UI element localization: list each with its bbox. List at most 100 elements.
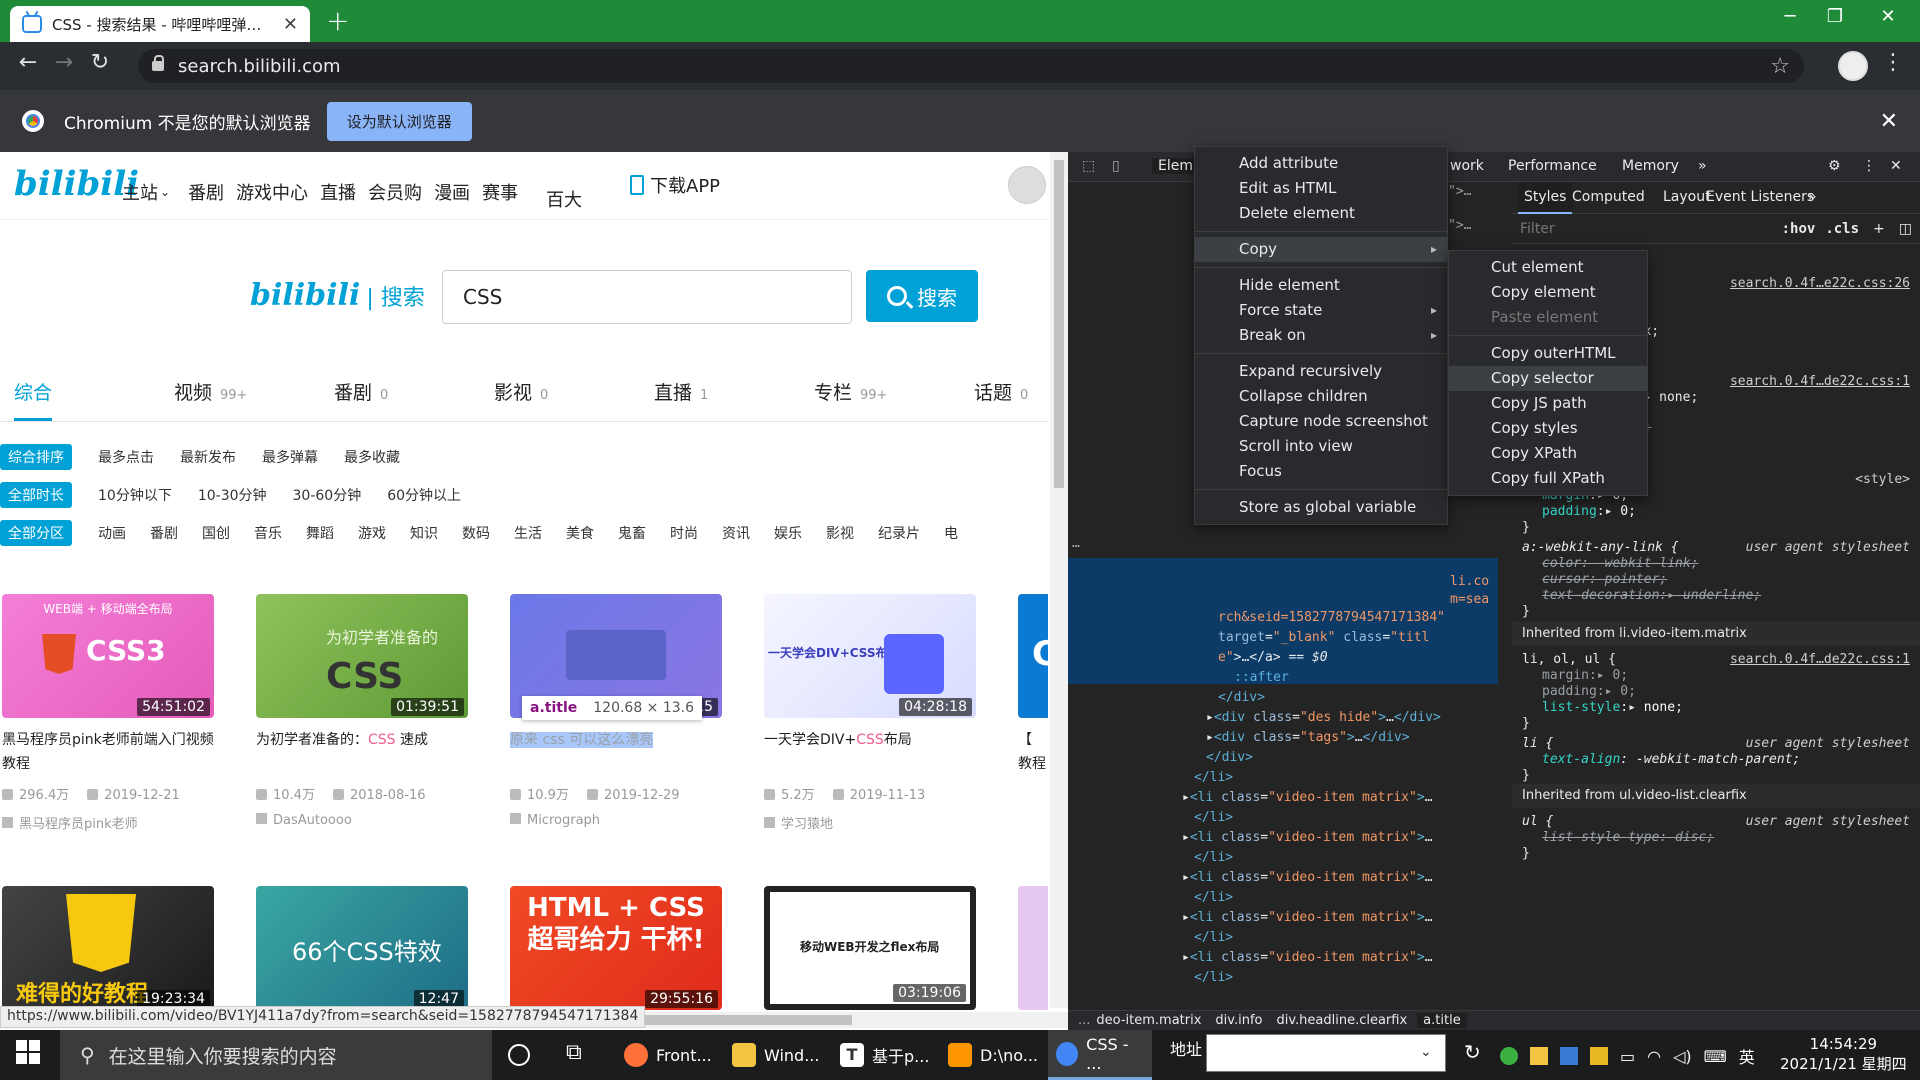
css-rule[interactable]: li, ol, ul { [1522,652,1616,667]
hov-toggle[interactable]: :hov [1782,221,1816,237]
profile-avatar-icon[interactable] [1838,51,1868,81]
dom-line[interactable]: </li> [1194,968,1233,988]
dom-line[interactable]: </li> [1194,808,1233,828]
more-tabs-icon[interactable]: » [1808,189,1817,205]
tab-computed[interactable]: Computed [1572,189,1645,205]
video-thumbnail[interactable] [1018,886,1048,1010]
menu-item-cut-element[interactable]: Cut element [1449,255,1647,280]
tab-topic[interactable]: 话题 0 [974,378,1028,405]
reload-icon[interactable]: ↻ [82,50,118,75]
dom-line[interactable]: ▸<li class="video-item matrix">… [1182,828,1432,848]
zone-option[interactable]: 纪录片 [878,523,920,543]
ellipsis-icon[interactable]: … [1072,534,1080,554]
video-card[interactable]: 为初学者准备的 CSS 01:39:51 为初学者准备的：CSS 速成 10.4… [256,594,468,828]
zone-option[interactable]: 国创 [202,523,230,543]
taskbar-app-firefox[interactable]: Front... [616,1030,720,1080]
menu-item-add-attribute[interactable]: Add attribute [1195,151,1447,176]
zone-option[interactable]: 番剧 [150,523,178,543]
dom-line[interactable]: ▸<div class="des hide">…</div> [1206,708,1441,728]
close-window-icon[interactable]: ✕ [1868,6,1908,27]
wifi-icon[interactable]: ◠ [1647,1047,1661,1066]
video-thumbnail[interactable]: 66个CSS特效 12:47 [256,886,468,1010]
css-rule[interactable]: a:-webkit-any-link { [1522,540,1679,555]
dom-line[interactable]: ▸<li class="video-item matrix">… [1182,788,1432,808]
video-title[interactable]: 【教程 [1018,728,1048,776]
dom-line[interactable]: li.co [1450,572,1489,592]
taskbar-app-chromium[interactable]: CSS - ... [1048,1030,1152,1080]
back-icon[interactable]: ← [10,50,46,75]
minimize-icon[interactable]: ─ [1770,6,1810,27]
dom-line[interactable]: ▸<li class="video-item matrix">… [1182,948,1432,968]
video-card[interactable]: HTML + CSS 超哥给力 干杯! 29:55:16 [510,886,722,1010]
address-toolbar-input[interactable] [1206,1034,1446,1072]
dom-line[interactable]: ::after [1234,668,1289,688]
zone-option[interactable]: 电 [944,523,958,543]
menu-item-focus[interactable]: Focus [1195,459,1447,484]
dom-line[interactable]: target="_blank" class="titl [1218,628,1429,648]
styles-filter-input[interactable]: Filter [1520,221,1782,237]
zone-option[interactable]: 美食 [566,523,594,543]
zone-option[interactable]: 影视 [826,523,854,543]
tab-network[interactable]: work [1450,158,1484,174]
video-card[interactable]: 66个CSS特效 12:47 [256,886,468,1010]
task-view-icon[interactable]: ⧉ [566,1040,582,1065]
video-card[interactable]: 一天学会DIV+CSS布局 04:28:18 一天学会DIV+CSS布局 5.2… [764,594,976,832]
zone-option[interactable]: 娱乐 [774,523,802,543]
menu-item-copy-full-xpath[interactable]: Copy full XPath [1449,466,1647,491]
search-button[interactable]: 搜索 [866,270,978,322]
stylesheet-link[interactable]: search.0.4f…de22c.css:1 [1730,374,1910,389]
sort-filter-active[interactable]: 综合排序 [0,444,72,470]
tab-event-listeners[interactable]: Event Listeners [1706,189,1814,205]
user-avatar[interactable] [1008,166,1046,204]
tab-live[interactable]: 直播 1 [654,378,708,405]
nav-item[interactable]: 百大 [546,186,582,212]
menu-item-hide-element[interactable]: Hide element [1195,273,1447,298]
zone-option[interactable]: 舞蹈 [306,523,334,543]
volume-icon[interactable]: ◁) [1673,1047,1692,1066]
tray-app-icon[interactable] [1500,1047,1518,1065]
menu-item-force-state[interactable]: Force state [1195,298,1447,323]
sort-option[interactable]: 最新发布 [180,447,236,467]
menu-item-copy-xpath[interactable]: Copy XPath [1449,441,1647,466]
video-thumbnail[interactable]: HTML + CSS 超哥给力 干杯! 29:55:16 [510,886,722,1010]
zone-option[interactable]: 鬼畜 [618,523,646,543]
address-dropdown-icon[interactable]: ⌄ [1420,1044,1432,1060]
download-app-link[interactable]: 下载APP [630,172,720,198]
video-card[interactable]: 难得的好教程 19:23:34 [2,886,214,1010]
dom-line[interactable]: ">… [1448,182,1471,202]
zone-option[interactable]: 动画 [98,523,126,543]
dom-line[interactable]: rch&seid=1582778794547171384" [1218,608,1445,628]
nav-item[interactable]: 游戏中心 [236,179,308,205]
menu-item-copy[interactable]: Copy [1195,237,1447,262]
css-decl[interactable]: list-style:▸ none; [1542,700,1683,715]
infobar-close-icon[interactable]: ✕ [1880,109,1898,134]
uploader[interactable]: Micrograph [510,813,722,828]
menu-item-copy-element[interactable]: Copy element [1449,280,1647,305]
video-title[interactable]: 为初学者准备的：CSS 速成 [256,728,468,776]
duration-option[interactable]: 10分钟以下 [98,485,172,505]
search-input[interactable]: CSS [442,270,852,324]
zone-option[interactable]: 数码 [462,523,490,543]
menu-item-copy-styles[interactable]: Copy styles [1449,416,1647,441]
nav-item[interactable]: 直播 [320,179,356,205]
sort-option[interactable]: 最多弹幕 [262,447,318,467]
video-title[interactable]: 原来 css 可以这么漂亮 [510,728,722,776]
dom-line[interactable]: </div> [1218,688,1265,708]
video-card[interactable]: C 【教程 [1018,594,1048,776]
menu-item-copy-selector[interactable]: Copy selector [1449,366,1647,391]
sort-option[interactable]: 最多收藏 [344,447,400,467]
video-title[interactable]: 一天学会DIV+CSS布局 [764,728,976,776]
uploader[interactable]: 黑马程序员pink老师 [2,813,214,832]
tab-elements[interactable]: Elem [1152,158,1199,174]
tray-app-icon[interactable] [1590,1047,1608,1065]
dom-line[interactable]: </li> [1194,888,1233,908]
forward-icon[interactable]: → [46,50,82,75]
toggle-sidebar-icon[interactable]: ◫ [1899,221,1912,237]
settings-gear-icon[interactable]: ⚙ [1828,158,1841,174]
battery-icon[interactable]: ▭ [1620,1047,1635,1066]
css-decl[interactable]: padding:▸ 0; [1542,684,1636,699]
tab-all[interactable]: 综合 [14,378,53,421]
devtools-menu-icon[interactable]: ⋮ [1862,158,1876,174]
menu-item-copy-outerhtml[interactable]: Copy outerHTML [1449,341,1647,366]
dom-line[interactable]: </li> [1194,768,1233,788]
